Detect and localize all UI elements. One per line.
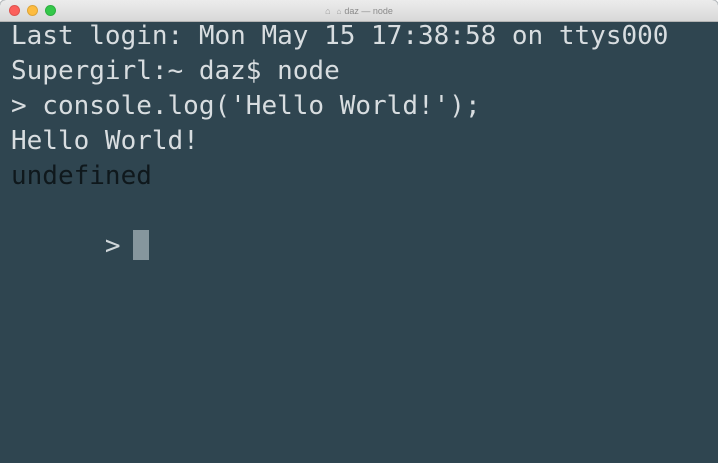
terminal-line-command: Supergirl:~ daz$ node xyxy=(11,56,340,86)
terminal-output[interactable]: Last login: Mon May 15 17:38:58 on ttys0… xyxy=(0,21,718,463)
home-icon: ⌂ xyxy=(325,6,331,16)
terminal-line-console-log: > console.log('Hello World!'); xyxy=(11,91,481,121)
terminal-prompt-line[interactable]: > xyxy=(11,194,718,261)
text-cursor xyxy=(132,230,149,260)
prompt-symbol: > xyxy=(104,231,121,261)
lock-icon: ⌂ xyxy=(336,7,342,16)
window-title-text: daz — node xyxy=(344,6,393,16)
terminal-window: ⌂ ⌂ daz — node Last login: Mon May 15 17:3… xyxy=(0,0,718,463)
window-title: ⌂ ⌂ daz — node xyxy=(0,4,718,19)
terminal-line-output: Hello World! xyxy=(11,126,199,156)
terminal-line-undefined: undefined xyxy=(11,161,152,191)
terminal-line-login: Last login: Mon May 15 17:38:58 on ttys0… xyxy=(11,21,669,51)
